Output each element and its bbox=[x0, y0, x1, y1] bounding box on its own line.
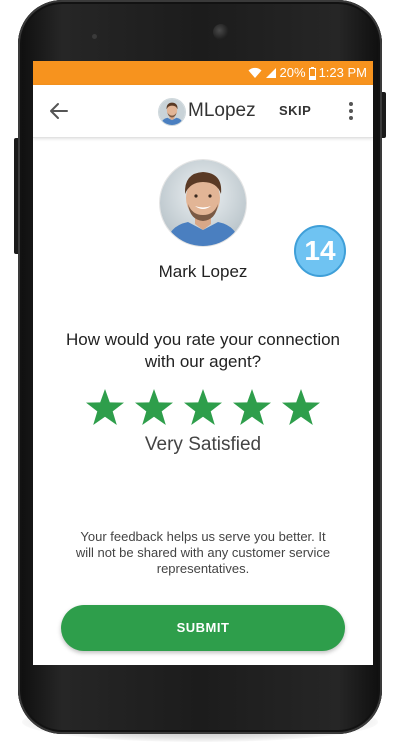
star-icon-4[interactable] bbox=[232, 387, 272, 427]
submit-button[interactable]: SUBMIT bbox=[61, 605, 345, 651]
star-rating bbox=[85, 387, 321, 427]
feedback-note: Your feedback helps us serve you better.… bbox=[75, 529, 331, 576]
status-time: 1:23 PM bbox=[318, 65, 367, 80]
rating-label: Very Satisfied bbox=[144, 434, 262, 455]
app-bar: MLopez SKIP bbox=[33, 85, 373, 138]
star-icon-3[interactable] bbox=[183, 387, 223, 427]
cell-signal-icon bbox=[265, 67, 277, 79]
back-button[interactable] bbox=[47, 99, 71, 123]
battery-icon bbox=[308, 66, 316, 80]
star-icon-2[interactable] bbox=[134, 387, 174, 427]
rating-question: How would you rate your connection with … bbox=[65, 330, 341, 371]
status-icons: 20% 1:23 PM bbox=[248, 65, 367, 81]
proximity-sensor bbox=[92, 34, 97, 39]
wifi-icon bbox=[248, 67, 262, 79]
phone-screen: 20% 1:23 PM MLopez SKIP 14 Mark Lopez Ho… bbox=[33, 61, 373, 665]
agent-username: MLopez bbox=[188, 100, 256, 121]
status-bar: 20% 1:23 PM bbox=[33, 61, 373, 85]
front-camera bbox=[213, 24, 229, 40]
star-icon-1[interactable] bbox=[85, 387, 125, 427]
agent-photo bbox=[160, 160, 246, 246]
device-mockup: 20% 1:23 PM MLopez SKIP 14 Mark Lopez Ho… bbox=[0, 0, 400, 750]
more-menu-button[interactable] bbox=[345, 99, 357, 123]
arrow-left-icon bbox=[50, 103, 68, 119]
battery-percent: 20% bbox=[279, 65, 306, 80]
skip-button[interactable]: SKIP bbox=[279, 102, 311, 120]
agent-avatar-small bbox=[158, 98, 186, 126]
star-icon-5[interactable] bbox=[281, 387, 321, 427]
agent-name: Mark Lopez bbox=[158, 262, 248, 281]
more-vertical-icon bbox=[349, 102, 353, 120]
